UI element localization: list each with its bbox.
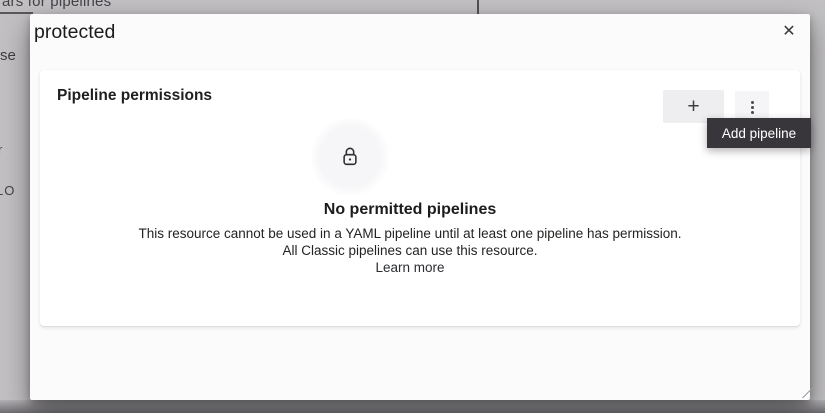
background-text-fragment: r — [0, 142, 2, 157]
empty-state-title: No permitted pipelines — [40, 201, 780, 219]
background-text-fragment: LO — [0, 183, 15, 198]
pipeline-permissions-modal: protected ✕ Pipeline permissions + — [30, 14, 810, 400]
background-text-fragment: se — [0, 47, 16, 64]
card-heading: Pipeline permissions — [57, 87, 212, 105]
pipeline-permissions-card: Pipeline permissions + No permitted pipe… — [40, 70, 800, 326]
background-bottom-strip — [0, 400, 825, 413]
empty-state-text: No permitted pipelines This resource can… — [40, 201, 780, 277]
kebab-menu-icon — [751, 101, 754, 114]
plus-icon: + — [687, 95, 699, 118]
background-divider-vertical — [477, 0, 479, 14]
modal-title: protected — [34, 21, 115, 44]
screen: ars for pipelines se r LO protected ✕ Pi… — [0, 0, 825, 413]
empty-state-description-line2: All Classic pipelines can use this resou… — [40, 242, 780, 259]
learn-more-link[interactable]: Learn more — [375, 259, 444, 276]
empty-state-description-line1: This resource cannot be used in a YAML p… — [40, 225, 780, 242]
add-pipeline-tooltip: Add pipeline — [707, 118, 811, 148]
close-icon: ✕ — [782, 21, 795, 41]
lock-icon — [339, 145, 361, 169]
resize-grip[interactable] — [799, 384, 813, 398]
background-divider-horizontal — [0, 12, 33, 14]
background-page-text-fragment: ars for pipelines — [2, 0, 111, 10]
empty-state-icon-circle — [312, 119, 388, 195]
close-button[interactable]: ✕ — [774, 17, 804, 45]
